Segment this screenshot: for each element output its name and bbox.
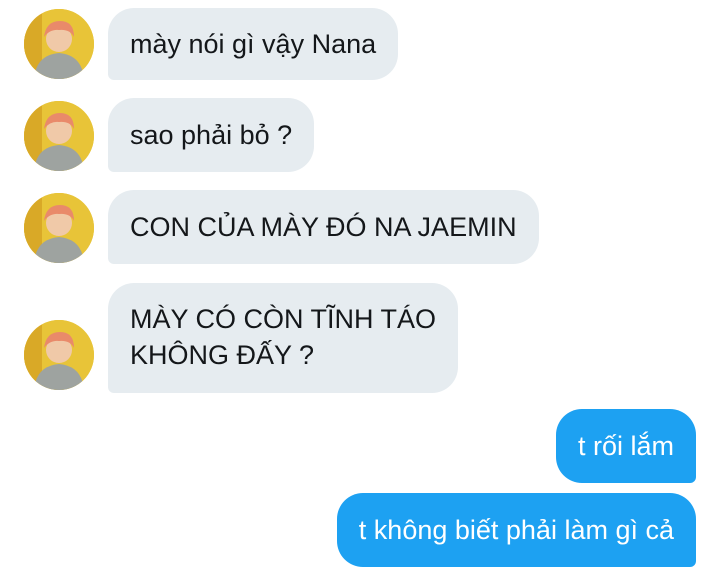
avatar[interactable] — [24, 101, 94, 171]
message-bubble-outgoing[interactable]: t không biết phải làm gì cả — [336, 493, 696, 567]
message-text-line: MÀY CÓ CÒN TĨNH TÁO — [130, 304, 437, 334]
message-bubble-incoming[interactable]: MÀY CÓ CÒN TĨNH TÁO KHÔNG ĐẤY ? — [108, 283, 459, 393]
message-bubble-outgoing[interactable]: t rối lắm — [555, 409, 696, 483]
message-text: t không biết phải làm gì cả — [358, 515, 674, 545]
avatar[interactable] — [24, 193, 94, 263]
message-bubble-incoming[interactable]: sao phải bỏ ? — [108, 98, 315, 172]
avatar-photo — [24, 193, 94, 263]
avatar-photo — [24, 101, 94, 171]
message-text: CON CỦA MÀY ĐÓ NA JAEMIN — [130, 212, 517, 242]
avatar-photo — [24, 9, 94, 79]
message-text: t rối lắm — [577, 431, 674, 461]
message-bubble-incoming[interactable]: mày nói gì vậy Nana — [108, 8, 399, 80]
message-text-line: KHÔNG ĐẤY ? — [130, 340, 315, 370]
avatar[interactable] — [24, 320, 94, 390]
message-bubble-incoming[interactable]: CON CỦA MÀY ĐÓ NA JAEMIN — [108, 190, 539, 264]
message-text: sao phải bỏ ? — [130, 120, 293, 150]
avatar-photo — [24, 320, 94, 390]
avatar[interactable] — [24, 9, 94, 79]
message-text: mày nói gì vậy Nana — [130, 29, 377, 59]
